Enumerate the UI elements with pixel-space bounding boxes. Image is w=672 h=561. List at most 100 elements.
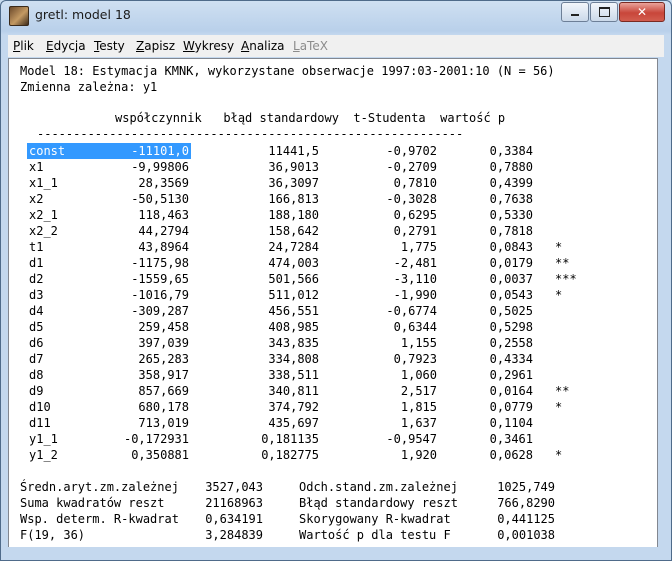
t-statistic: 0,6295 [393,208,437,222]
t-statistic: 1,637 [400,416,437,430]
vertical-scrollbar[interactable]: ▲ ▼ [657,59,658,547]
table-row[interactable]: d11 713,019 435,697 1,637 0,1104 [9,415,649,431]
menu-zapisz[interactable]: Zapisz [136,39,175,53]
table-row[interactable]: y1_2 0,350881 0,182775 1,920 0,0628 * [9,447,649,463]
p-value: 0,7880 [489,160,533,174]
menu-latex[interactable]: LaTeX [293,39,328,53]
menu-testy[interactable]: Testy [94,39,125,53]
stat-label: Błąd standardowy reszt [299,496,458,510]
table-row[interactable]: d3 -1016,79 511,012 -1,990 0,0543 * [9,287,649,303]
stat-value: 0,441125 [497,512,555,526]
t-statistic: -0,6774 [386,304,437,318]
gretl-app-icon [9,6,29,26]
variable-name: d10 [29,400,51,414]
variable-name: x2_1 [29,208,58,222]
coefficient: -11101,0 [131,144,189,158]
coefficient: 44,2794 [138,224,189,238]
t-statistic: 1,155 [400,336,437,350]
std-error: 374,792 [268,400,319,414]
menu-analiza[interactable]: Analiza [241,39,285,53]
table-row[interactable]: const -11101,0 11441,5 -0,9702 0,3384 [9,143,649,159]
significance-stars: * [555,240,563,254]
variable-name: d2 [29,272,44,286]
significance-stars: *** [555,272,577,286]
menu-bar: Plik Edycja Testy Zapisz Wykresy Analiza… [8,35,664,57]
t-statistic: 0,6344 [393,320,437,334]
p-value: 0,0164 [489,384,533,398]
std-error: 338,511 [268,368,319,382]
table-row[interactable]: t1 43,8964 24,7284 1,775 0,0843 * [9,239,649,255]
scroll-up-icon[interactable]: ▲ [657,59,658,76]
variable-name: t1 [29,240,44,254]
table-row[interactable]: d7 265,283 334,808 0,7923 0,4334 [9,351,649,367]
maximize-button[interactable] [590,2,618,22]
title-bar[interactable]: gretl: model 18 ✕ [1,1,671,31]
p-value: 0,4399 [489,176,533,190]
significance-stars: ** [555,256,570,270]
p-value: 0,3384 [489,144,533,158]
stat-value: 766,8290 [497,496,555,510]
p-value: 0,0543 [489,288,533,302]
menu-edycja[interactable]: Edycja [46,39,86,53]
coefficient: -1559,65 [131,272,189,286]
std-error: 456,551 [268,304,319,318]
significance-stars: * [555,400,563,414]
close-button[interactable]: ✕ [619,2,665,22]
minimize-button[interactable] [561,2,589,22]
std-error: 501,566 [268,272,319,286]
t-statistic: 1,920 [400,448,437,462]
std-error: 340,811 [268,384,319,398]
dependent-variable-line: Zmienna zależna: y1 [20,80,158,94]
table-row[interactable]: d9 857,669 340,811 2,517 0,0164 ** [9,383,649,399]
table-row[interactable]: x1 -9,99806 36,9013 -0,2709 0,7880 [9,159,649,175]
std-error: 474,003 [268,256,319,270]
variable-name: d5 [29,320,44,334]
std-error: 435,697 [268,416,319,430]
table-row[interactable]: x2 -50,5130 166,813 -0,3028 0,7638 [9,191,649,207]
p-value: 0,5330 [489,208,533,222]
stat-value: 0,001038 [497,528,555,542]
minimize-icon [571,14,579,16]
menu-plik[interactable]: Plik [13,39,34,53]
table-row[interactable]: x1_1 28,3569 36,3097 0,7810 0,4399 [9,175,649,191]
significance-stars: ** [555,384,570,398]
p-value: 0,2558 [489,336,533,350]
table-row[interactable]: d2 -1559,65 501,566 -3,110 0,0037 *** [9,271,649,287]
coefficient: 397,039 [138,336,189,350]
p-value: 0,0628 [489,448,533,462]
t-statistic: -0,2709 [386,160,437,174]
table-row[interactable]: d4 -309,287 456,551 -0,6774 0,5025 [9,303,649,319]
table-row[interactable]: x2_1 118,463 188,180 0,6295 0,5330 [9,207,649,223]
table-row[interactable]: d10 680,178 374,792 1,815 0,0779 * [9,399,649,415]
stat-label: Skorygowany R-kwadrat [299,512,451,526]
p-value: 0,7638 [489,192,533,206]
model-output-text[interactable]: Model 18: Estymacja KMNK, wykorzystane o… [8,58,658,548]
coefficient: -50,5130 [131,192,189,206]
variable-name: d9 [29,384,44,398]
p-value: 0,5025 [489,304,533,318]
coefficient: -1016,79 [131,288,189,302]
t-statistic: -0,9547 [386,432,437,446]
std-error: 158,642 [268,224,319,238]
t-statistic: -1,990 [393,288,437,302]
std-error: 24,7284 [268,240,319,254]
table-row[interactable]: x2_2 44,2794 158,642 0,2791 0,7818 [9,223,649,239]
scroll-down-icon[interactable]: ▼ [657,530,658,547]
menu-wykresy[interactable]: Wykresy [183,39,234,53]
std-error: 511,012 [268,288,319,302]
coefficient: 118,463 [138,208,189,222]
coefficient: 713,019 [138,416,189,430]
stats-row: Suma kwadratów reszt 21168963 Błąd standar… [9,495,649,511]
table-row[interactable]: d6 397,039 343,835 1,155 0,2558 [9,335,649,351]
variable-name: d8 [29,368,44,382]
std-error: 188,180 [268,208,319,222]
table-row[interactable]: d8 358,917 338,511 1,060 0,2961 [9,367,649,383]
t-statistic: 1,815 [400,400,437,414]
table-row[interactable]: d1 -1175,98 474,003 -2,481 0,0179 ** [9,255,649,271]
std-error: 0,182775 [261,448,319,462]
stat-label: Wartość p dla testu F [299,528,451,542]
table-row[interactable]: y1_1 -0,172931 0,181135 -0,9547 0,3461 [9,431,649,447]
variable-name: d3 [29,288,44,302]
p-value: 0,3461 [489,432,533,446]
table-row[interactable]: d5 259,458 408,985 0,6344 0,5298 [9,319,649,335]
